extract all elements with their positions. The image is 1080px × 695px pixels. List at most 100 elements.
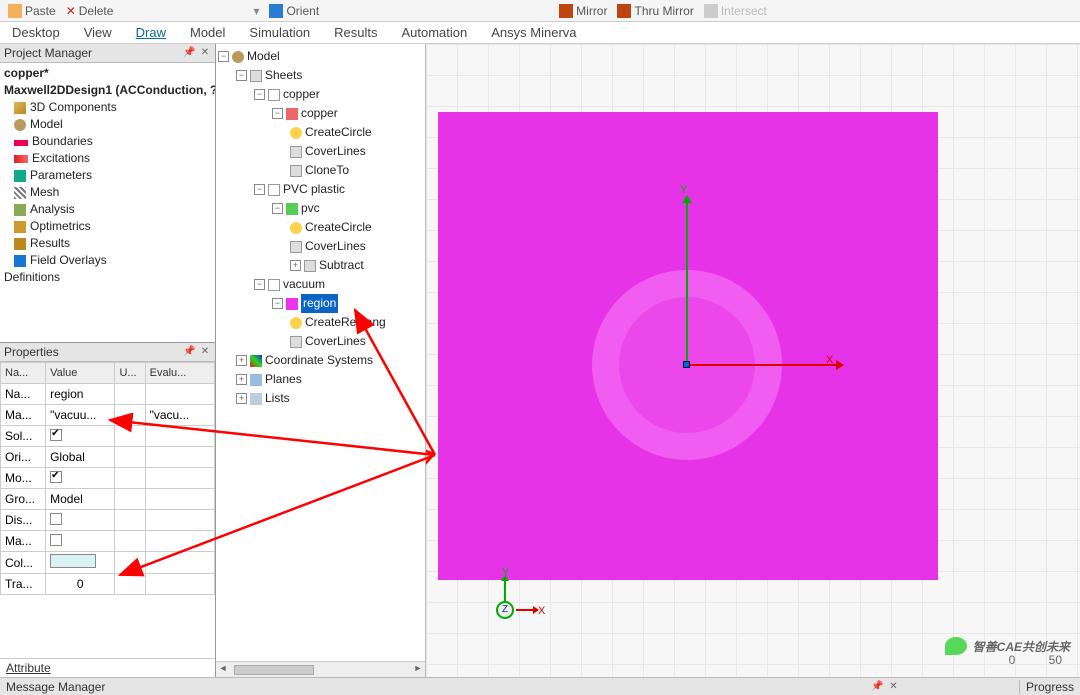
- property-row[interactable]: Mo...: [1, 468, 215, 489]
- pin-icon[interactable]: 📌: [871, 681, 883, 693]
- pm-node[interactable]: Results: [4, 235, 211, 252]
- pm-node[interactable]: 3D Components: [4, 99, 211, 116]
- tree-copper-obj[interactable]: −copper: [218, 104, 423, 123]
- pm-icon: [14, 187, 26, 199]
- y-axis-label: Y: [680, 184, 687, 196]
- pm-node[interactable]: Mesh: [4, 184, 211, 201]
- pm-icon: [14, 204, 26, 216]
- intersect-button[interactable]: Intersect: [704, 4, 767, 18]
- message-manager-label[interactable]: Message Manager: [0, 680, 111, 694]
- pm-node[interactable]: Analysis: [4, 201, 211, 218]
- close-icon[interactable]: ✕: [199, 47, 211, 59]
- tree-vacuum-group[interactable]: −vacuum: [218, 275, 423, 294]
- menu-model[interactable]: Model: [178, 22, 237, 43]
- color-swatch[interactable]: [50, 554, 96, 568]
- menu-draw[interactable]: Draw: [124, 22, 178, 43]
- property-row[interactable]: Tra...0: [1, 574, 215, 595]
- triad-x-label: X: [538, 605, 545, 617]
- attribute-tab[interactable]: Attribute: [0, 658, 215, 677]
- menu-view[interactable]: View: [72, 22, 124, 43]
- menu-results[interactable]: Results: [322, 22, 389, 43]
- triad-z-label: Z: [496, 601, 514, 619]
- pm-icon: [14, 155, 28, 163]
- prop-col-name[interactable]: Na...: [1, 363, 46, 384]
- project-node[interactable]: copper*: [4, 65, 211, 82]
- properties-header: Properties 📌 ✕: [0, 343, 215, 362]
- scale-ruler: 0 50: [1009, 653, 1062, 667]
- tree-region-obj[interactable]: −region: [218, 294, 423, 313]
- close-icon[interactable]: ✕: [887, 681, 899, 693]
- menu-simulation[interactable]: Simulation: [237, 22, 322, 43]
- property-row[interactable]: Ori...Global: [1, 447, 215, 468]
- x-axis: [688, 364, 843, 366]
- properties-panel: Na... Value U... Evalu... Na...regionMa.…: [0, 362, 215, 677]
- pm-node[interactable]: Optimetrics: [4, 218, 211, 235]
- tree-create-rect[interactable]: CreateRectang: [218, 313, 423, 332]
- tree-cover-lines[interactable]: CoverLines: [218, 142, 423, 161]
- property-row[interactable]: Ma...: [1, 531, 215, 552]
- design-node[interactable]: Maxwell2DDesign1 (ACConduction, ??): [4, 82, 211, 99]
- checkbox-icon[interactable]: [50, 534, 62, 546]
- tree-copper-group[interactable]: −copper: [218, 85, 423, 104]
- property-row[interactable]: Na...region: [1, 384, 215, 405]
- property-row[interactable]: Ma..."vacuu..."vacu...: [1, 405, 215, 426]
- prop-col-unit[interactable]: U...: [115, 363, 145, 384]
- pm-icon: [14, 140, 28, 146]
- tree-pvc-group[interactable]: −PVC plastic: [218, 180, 423, 199]
- tree-lists[interactable]: +Lists: [218, 389, 423, 408]
- project-manager-header: Project Manager 📌 ✕: [0, 44, 215, 63]
- progress-label[interactable]: Progress: [1019, 680, 1080, 694]
- pin-icon[interactable]: 📌: [183, 47, 195, 59]
- property-row[interactable]: Sol...: [1, 426, 215, 447]
- property-row[interactable]: Dis...: [1, 510, 215, 531]
- tree-scrollbar[interactable]: ◄►: [216, 661, 425, 677]
- pin-icon[interactable]: 📌: [183, 346, 195, 358]
- modeling-canvas[interactable]: Y X Y Z X 0 50 智善CAE共创未来: [426, 44, 1080, 677]
- pm-node[interactable]: Model: [4, 116, 211, 133]
- pm-node[interactable]: Field Overlays: [4, 252, 211, 269]
- menu-automation[interactable]: Automation: [389, 22, 479, 43]
- pm-icon: [14, 255, 26, 267]
- delete-button[interactable]: ✕Delete: [66, 4, 114, 18]
- status-bar: Message Manager 📌 ✕ Progress: [0, 677, 1080, 695]
- checkbox-icon[interactable]: [50, 429, 62, 441]
- property-row[interactable]: Col...: [1, 552, 215, 574]
- menu-minerva[interactable]: Ansys Minerva: [479, 22, 588, 43]
- tree-clone-to[interactable]: CloneTo: [218, 161, 423, 180]
- pm-icon: [14, 102, 26, 114]
- tree-create-circle[interactable]: CreateCircle: [218, 123, 423, 142]
- tree-sheets[interactable]: −Sheets: [218, 66, 423, 85]
- watermark: 智善CAE共创未来: [945, 637, 1070, 655]
- prop-col-value[interactable]: Value: [46, 363, 115, 384]
- checkbox-icon[interactable]: [50, 471, 62, 483]
- checkbox-icon[interactable]: [50, 513, 62, 525]
- x-axis-label: X: [826, 354, 833, 366]
- triad-y-label: Y: [502, 567, 509, 579]
- tree-create-circle-2[interactable]: CreateCircle: [218, 218, 423, 237]
- ribbon-strip: Paste ✕Delete ▾ Orient Mirror Thru Mirro…: [0, 0, 1080, 22]
- tree-pvc-obj[interactable]: −pvc: [218, 199, 423, 218]
- prop-col-eval[interactable]: Evalu...: [145, 363, 214, 384]
- property-row[interactable]: Gro...Model: [1, 489, 215, 510]
- tree-subtract[interactable]: +Subtract: [218, 256, 423, 275]
- pm-node[interactable]: Parameters: [4, 167, 211, 184]
- project-manager-panel: Project Manager 📌 ✕ copper* Maxwell2DDes…: [0, 44, 215, 343]
- origin-marker: [683, 361, 690, 368]
- tree-model[interactable]: −Model: [218, 47, 423, 66]
- pm-node[interactable]: Excitations: [4, 150, 211, 167]
- axis-triad[interactable]: Y Z X: [478, 567, 548, 637]
- thru-mirror-button[interactable]: Thru Mirror: [617, 4, 693, 18]
- tree-cover-lines-3[interactable]: CoverLines: [218, 332, 423, 351]
- definitions-node[interactable]: Definitions: [4, 269, 211, 286]
- tree-planes[interactable]: +Planes: [218, 370, 423, 389]
- paste-button[interactable]: Paste: [8, 4, 56, 18]
- tree-cover-lines-2[interactable]: CoverLines: [218, 237, 423, 256]
- properties-title: Properties: [4, 345, 59, 359]
- mirror-button[interactable]: Mirror: [559, 4, 607, 18]
- model-tree-panel: −Model −Sheets −copper −copper CreateCir…: [216, 44, 426, 677]
- tree-coord-sys[interactable]: +Coordinate Systems: [218, 351, 423, 370]
- close-icon[interactable]: ✕: [199, 346, 211, 358]
- orient-button[interactable]: Orient: [269, 4, 319, 18]
- pm-node[interactable]: Boundaries: [4, 133, 211, 150]
- menu-desktop[interactable]: Desktop: [0, 22, 72, 43]
